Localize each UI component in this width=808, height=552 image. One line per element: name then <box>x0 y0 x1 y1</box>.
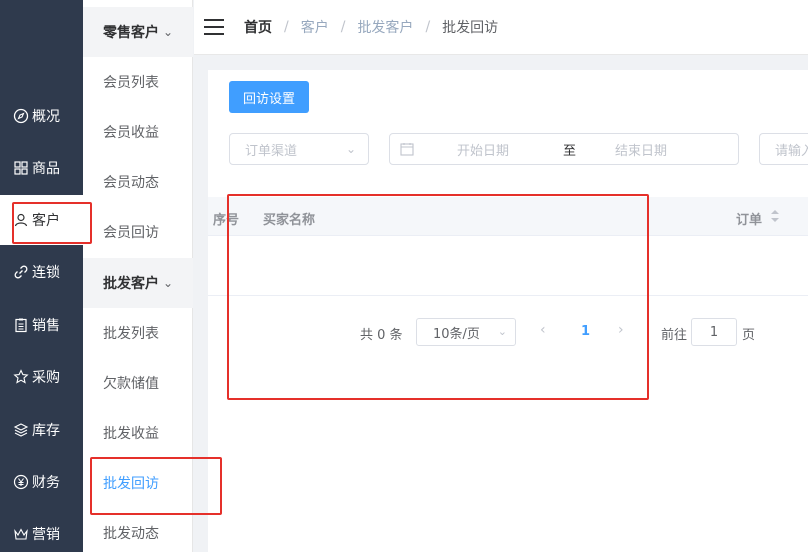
submenu-group-retail[interactable]: 零售客户 ⌄ <box>83 7 193 57</box>
nav-item-purchase[interactable]: 采购 <box>0 352 83 402</box>
page-suffix: 页 <box>742 328 756 343</box>
breadcrumb-separator: / <box>340 19 346 35</box>
column-order[interactable]: 订单 <box>736 209 762 228</box>
nav-item-label: 财务 <box>32 475 60 491</box>
nav-item-sales[interactable]: 销售 <box>0 300 83 350</box>
top-header: 首页 / 客户 / 批发客户 / 批发回访 <box>194 0 808 55</box>
grid-icon <box>12 159 30 177</box>
start-date-input[interactable]: 开始日期 <box>457 140 509 159</box>
yen-icon <box>12 473 30 491</box>
order-channel-select[interactable]: 订单渠道 ⌄ <box>229 133 369 165</box>
submenu-item-wholesale-revenue[interactable]: 批发收益 <box>83 408 193 458</box>
compass-icon <box>12 107 30 125</box>
submenu-group-label: 零售客户 <box>103 25 159 41</box>
main-nav: 概况 商品 客户 连锁 销售 采购 库存 财务 营销 <box>0 0 83 552</box>
link-icon <box>12 263 30 281</box>
nav-item-label: 连锁 <box>32 265 60 281</box>
followup-settings-button[interactable]: 回访设置 <box>229 81 309 113</box>
nav-item-label: 概况 <box>32 109 60 125</box>
submenu-item-label: 欠款储值 <box>103 376 159 392</box>
date-range-picker[interactable]: 开始日期 至 结束日期 <box>389 133 739 165</box>
submenu-item-label: 会员列表 <box>103 75 159 91</box>
clipboard-icon <box>12 316 30 334</box>
breadcrumb-customers[interactable]: 客户 <box>301 17 329 37</box>
breadcrumb-home[interactable]: 首页 <box>244 17 272 37</box>
menu-toggle-icon[interactable] <box>204 19 224 35</box>
chevron-down-icon: ⌄ <box>163 276 174 290</box>
layers-icon <box>12 421 30 439</box>
nav-item-finance[interactable]: 财务 <box>0 457 83 507</box>
submenu-item-member-list[interactable]: 会员列表 <box>83 57 193 107</box>
submenu-item-label: 批发列表 <box>103 326 159 342</box>
crown-icon <box>12 525 30 543</box>
nav-item-label: 商品 <box>32 161 60 177</box>
breadcrumb-separator: / <box>284 19 289 35</box>
submenu-item-member-followup[interactable]: 会员回访 <box>83 207 193 257</box>
chevron-down-icon: ⌄ <box>345 142 356 156</box>
end-date-input[interactable]: 结束日期 <box>615 140 667 159</box>
submenu-item-debt-balance[interactable]: 欠款储值 <box>83 358 193 408</box>
nav-item-chain[interactable]: 连锁 <box>0 247 83 297</box>
annotation-box-followup <box>90 457 222 515</box>
sort-icon[interactable] <box>770 208 780 224</box>
calendar-icon <box>400 143 414 156</box>
submenu-item-label: 会员动态 <box>103 175 159 191</box>
submenu-group-label: 批发客户 <box>103 276 159 292</box>
nav-item-label: 库存 <box>32 423 60 439</box>
nav-item-label: 销售 <box>32 318 60 334</box>
chevron-down-icon: ⌄ <box>163 25 174 39</box>
submenu-item-label: 会员回访 <box>103 225 159 241</box>
nav-item-products[interactable]: 商品 <box>0 143 83 193</box>
nav-item-label: 营销 <box>32 527 60 543</box>
submenu-item-label: 批发动态 <box>103 526 159 542</box>
nav-item-overview[interactable]: 概况 <box>0 91 83 141</box>
select-placeholder: 订单渠道 <box>245 143 298 159</box>
submenu-item-label: 会员收益 <box>103 125 159 141</box>
nav-item-inventory[interactable]: 库存 <box>0 405 83 455</box>
annotation-box-customers <box>12 202 92 244</box>
breadcrumb-wholesale[interactable]: 批发客户 <box>357 17 413 37</box>
annotation-box-table <box>227 194 649 400</box>
submenu-item-member-activity[interactable]: 会员动态 <box>83 157 193 207</box>
goto-label: 前往 <box>661 328 688 343</box>
goto-page-input[interactable]: 1 <box>691 318 737 346</box>
submenu-item-label: 批发收益 <box>103 426 159 442</box>
submenu-group-wholesale[interactable]: 批发客户 ⌄ <box>83 258 193 308</box>
nav-item-label: 采购 <box>32 370 60 386</box>
star-icon <box>12 368 30 386</box>
submenu-item-wholesale-list[interactable]: 批发列表 <box>83 308 193 358</box>
keyword-input[interactable]: 请输入 <box>759 133 808 165</box>
submenu-item-member-revenue[interactable]: 会员收益 <box>83 107 193 157</box>
range-separator: 至 <box>563 143 577 159</box>
nav-item-marketing[interactable]: 营销 <box>0 509 83 552</box>
breadcrumb-current: 批发回访 <box>442 20 499 36</box>
breadcrumb-separator: / <box>425 19 431 35</box>
